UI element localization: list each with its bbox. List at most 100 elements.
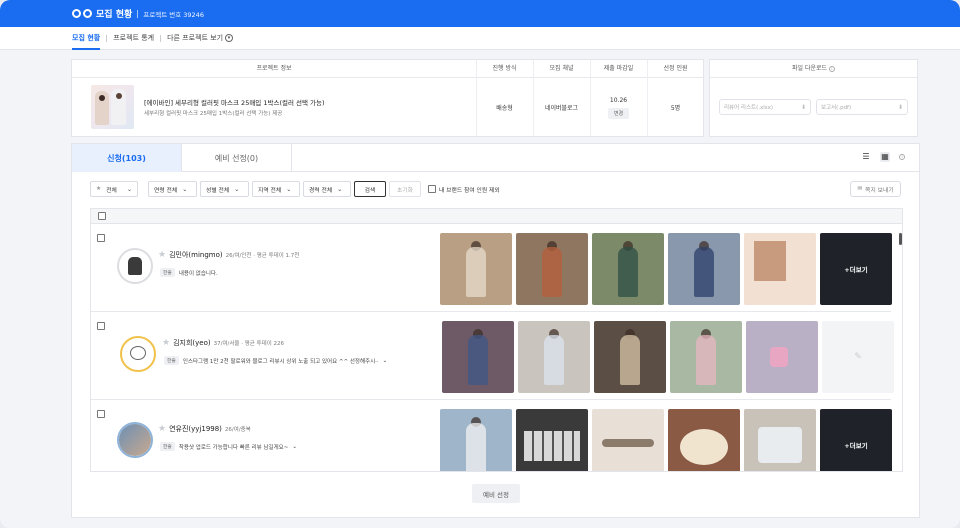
row-checkbox[interactable] [97, 234, 105, 242]
report-label: 보고서(.pdf) [821, 105, 852, 111]
favorite-star-icon[interactable]: ★ [158, 424, 166, 434]
photo-thumbnail[interactable] [744, 409, 816, 471]
gender-filter-select[interactable]: 성별 전체 ⌄ [200, 181, 249, 197]
project-info-header: 프로젝트 정보 진행 방식 모집 채널 제출 마감일 선정 인원 [72, 60, 703, 78]
career-filter-value: 경력 전체 [309, 187, 333, 194]
header-selected: 선정 인원 [663, 65, 688, 72]
chevron-down-icon: ⌄ [182, 185, 188, 193]
applicant-name-line: ★ 김지희(yeo) 37/여/서울 · 평균 투데이 226 [162, 338, 284, 348]
tab-other-projects[interactable]: 다른 프로젝트 보기 ▾ [167, 27, 234, 50]
intro-tag: 한줄 [160, 442, 175, 451]
exclude-checkbox[interactable] [428, 185, 436, 193]
tab-recruit-status[interactable]: 모집 현황 [72, 27, 101, 50]
tab-reserve[interactable]: 예비 선정(0) [182, 144, 292, 172]
select-all-checkbox[interactable] [98, 212, 106, 220]
photo-thumbnail[interactable] [518, 321, 590, 393]
divider [106, 34, 108, 42]
top-bar: 모집 현황 프로젝트 번호 39246 [0, 0, 960, 27]
applicant-meta: 26/여/인천 · 평균 투데이 1.7천 [225, 253, 300, 259]
reviewer-list-label: 리뷰어 리스트(.xlsx) [724, 105, 774, 111]
photo-strip: +더보기 [440, 409, 892, 471]
photo-thumbnail[interactable] [592, 233, 664, 305]
reserve-select-button[interactable]: 예비 선정 [472, 484, 520, 503]
photo-thumbnail[interactable] [594, 321, 666, 393]
gender-filter-value: 성별 전체 [206, 187, 230, 194]
expand-chevron-icon[interactable]: ⌄ [383, 358, 388, 364]
search-button[interactable]: 검색 [354, 181, 386, 197]
deadline-value: 10.26 [609, 96, 628, 104]
favorite-filter-select[interactable]: ★ 전체 ⌄ [90, 181, 138, 197]
photo-thumbnail[interactable] [442, 321, 514, 393]
applicant-name[interactable]: 연유진(yyj1998) [169, 424, 222, 434]
applicant-meta: 26/여/충북 [224, 427, 251, 433]
applicant-panel: 신청(103) 예비 선정(0) ☰ ▦ i ★ 전체 ⌄ 연령 전체 ⌄ 성별… [71, 143, 920, 518]
send-message-button[interactable]: ✉ 쪽지 보내기 [850, 181, 901, 197]
photo-thumbnail[interactable] [592, 409, 664, 471]
avatar[interactable] [120, 336, 156, 372]
change-deadline-button[interactable]: 변경 [607, 107, 630, 119]
applicant-name[interactable]: 김지희(yeo) [173, 338, 211, 348]
photo-thumbnail[interactable] [440, 233, 512, 305]
list-view-icon[interactable]: ☰ [861, 152, 871, 162]
applicant-name-line: ★ 연유진(yyj1998) 26/여/충북 [158, 424, 251, 434]
intro-tag: 한줄 [160, 268, 175, 277]
app-frame: 모집 현황 프로젝트 번호 39246 모집 현황 프로젝트 통계 다른 프로젝… [0, 0, 960, 528]
age-filter-select[interactable]: 연령 전체 ⌄ [148, 181, 197, 197]
file-download-card: 파일 다운로드 i 리뷰어 리스트(.xlsx) ⬇ 보고서(.pdf) ⬇ [709, 59, 918, 137]
photo-thumbnail[interactable] [746, 321, 818, 393]
info-icon[interactable]: i [899, 154, 905, 160]
row-checkbox[interactable] [97, 322, 105, 330]
tab-label: 다른 프로젝트 보기 [167, 34, 224, 42]
list-header [91, 209, 902, 224]
scrollbar[interactable] [899, 233, 902, 245]
view-toggle: ☰ ▦ i [861, 152, 905, 162]
more-photos-button[interactable]: +더보기 [820, 233, 892, 305]
photo-thumbnail[interactable] [440, 409, 512, 471]
intro-tag: 한줄 [164, 356, 179, 365]
tab-applied[interactable]: 신청(103) [72, 144, 182, 172]
reset-button[interactable]: 초기화 [389, 181, 421, 197]
favorite-star-icon[interactable]: ★ [158, 250, 166, 260]
applicant-name-line: ★ 김민아(mingmo) 26/여/인천 · 평균 투데이 1.7천 [158, 250, 299, 260]
avatar[interactable] [117, 248, 153, 284]
more-photos-button[interactable]: +더보기 [820, 409, 892, 471]
avatar[interactable] [117, 422, 153, 458]
selection-tabs: 신청(103) 예비 선정(0) ☰ ▦ i [72, 144, 919, 172]
intro-text: 착용샷 업로드 가능합니다 빠른 리뷰 남길게요~ [178, 444, 289, 451]
nav-tabs: 모집 현황 프로젝트 통계 다른 프로젝트 보기 ▾ [0, 27, 960, 50]
list-item: ★ 김민아(mingmo) 26/여/인천 · 평균 투데이 1.7천 한줄 내… [91, 225, 892, 312]
empty-photo-placeholder: ✎ [822, 321, 894, 393]
photo-thumbnail[interactable] [516, 233, 588, 305]
photo-thumbnail[interactable] [668, 233, 740, 305]
chevron-down-icon: ⌄ [126, 185, 132, 193]
region-filter-select[interactable]: 지역 전체 ⌄ [252, 181, 300, 197]
product-description: 세부리형 컬러핏 마스크 25매입 1박스(컬러 선택 가능) 제공 [144, 111, 283, 117]
favorite-star-icon[interactable]: ★ [162, 338, 170, 348]
applicant-intro: 한줄 내용이 없습니다. [160, 268, 218, 277]
header-method: 진행 방식 [492, 65, 517, 72]
file-download-title: 파일 다운로드 [792, 65, 828, 72]
intro-text: 인스타그램 1만 2천 팔로워와 블로그 리뷰시 상위 노출 되고 있어요 ^^… [182, 358, 379, 365]
photo-thumbnail[interactable] [670, 321, 742, 393]
project-info-card: 프로젝트 정보 진행 방식 모집 채널 제출 마감일 선정 인원 [에이바인] … [71, 59, 704, 137]
file-download-header: 파일 다운로드 i [710, 60, 917, 78]
grid-view-icon[interactable]: ▦ [880, 152, 890, 162]
download-report-button[interactable]: 보고서(.pdf) ⬇ [816, 99, 908, 115]
chevron-down-icon: ⌄ [337, 185, 343, 193]
filter-bar: ★ 전체 ⌄ 연령 전체 ⌄ 성별 전체 ⌄ 지역 전체 ⌄ 경력 전체 ⌄ 검… [90, 181, 500, 197]
photo-thumbnail[interactable] [516, 409, 588, 471]
tab-project-stats[interactable]: 프로젝트 통계 [113, 27, 154, 50]
photo-thumbnail[interactable] [744, 233, 816, 305]
career-filter-select[interactable]: 경력 전체 ⌄ [303, 181, 351, 197]
expand-chevron-icon[interactable]: ⌄ [292, 444, 297, 450]
row-checkbox[interactable] [97, 410, 105, 418]
download-reviewer-list-button[interactable]: 리뷰어 리스트(.xlsx) ⬇ [719, 99, 811, 115]
photo-thumbnail[interactable] [668, 409, 740, 471]
applicant-name[interactable]: 김민아(mingmo) [169, 250, 223, 260]
exclude-label: 내 브랜드 참여 인원 제외 [439, 187, 500, 194]
age-filter-value: 연령 전체 [154, 187, 178, 194]
photo-strip: ✎ [442, 321, 894, 393]
chevron-down-icon: ⌄ [234, 185, 240, 193]
exclude-own-brand-option[interactable]: 내 브랜드 참여 인원 제외 [428, 185, 500, 194]
star-icon: ★ [96, 186, 102, 192]
